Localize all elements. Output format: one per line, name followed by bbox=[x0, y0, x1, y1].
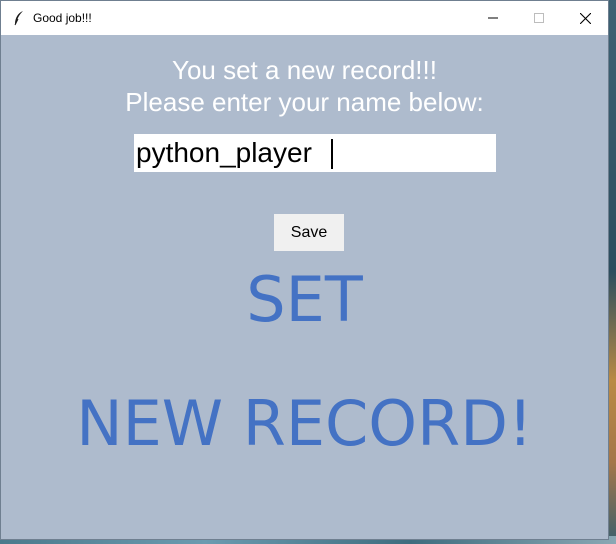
banner-set-text: SET bbox=[246, 263, 363, 336]
title-bar[interactable]: Good job!!! bbox=[1, 1, 608, 35]
window-title: Good job!!! bbox=[33, 11, 92, 25]
save-button[interactable]: Save bbox=[274, 214, 344, 251]
close-button[interactable] bbox=[562, 1, 608, 35]
feather-icon bbox=[11, 10, 27, 26]
name-prompt: Please enter your name below: bbox=[125, 87, 484, 117]
dialog-content: You set a new record!!! Please enter you… bbox=[1, 35, 608, 539]
dialog-window: Good job!!! You set a new record!!! Plea… bbox=[0, 0, 609, 540]
banner-new-record-text: NEW RECORD! bbox=[76, 387, 533, 460]
maximize-icon bbox=[534, 13, 544, 23]
minimize-icon bbox=[488, 17, 498, 19]
desktop-background bbox=[608, 0, 616, 544]
close-icon bbox=[579, 12, 591, 24]
text-caret bbox=[331, 139, 333, 169]
window-controls bbox=[470, 1, 608, 35]
record-message: You set a new record!!! bbox=[172, 55, 437, 85]
name-input[interactable] bbox=[134, 134, 496, 172]
maximize-button[interactable] bbox=[516, 1, 562, 35]
minimize-button[interactable] bbox=[470, 1, 516, 35]
